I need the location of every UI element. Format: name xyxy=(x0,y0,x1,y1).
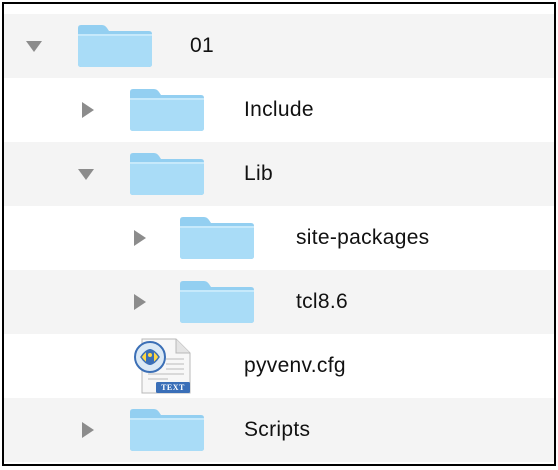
tree-row-label: 01 xyxy=(190,34,214,57)
tree-row-pyvenv-cfg[interactable]: TEXT pyvenv.cfg xyxy=(4,334,554,398)
disclosure-triangle-down-icon[interactable] xyxy=(26,41,42,52)
tree-row-label: pyvenv.cfg xyxy=(244,354,346,377)
tree-row-label: Include xyxy=(244,98,314,121)
python-text-file-icon: TEXT xyxy=(128,337,200,395)
tree-row-include[interactable]: Include xyxy=(4,78,554,142)
tree-row-label: Scripts xyxy=(244,418,311,441)
disclosure-triangle-right-icon[interactable] xyxy=(82,422,94,438)
folder-icon xyxy=(128,408,206,452)
disclosure-triangle-right-icon[interactable] xyxy=(134,230,146,246)
disclosure-triangle-right-icon[interactable] xyxy=(82,102,94,118)
folder-icon xyxy=(128,88,206,132)
tree-row-lib[interactable]: Lib xyxy=(4,142,554,206)
tree-row-scripts[interactable]: Scripts xyxy=(4,398,554,462)
tree-row-tcl86[interactable]: tcl8.6 xyxy=(4,270,554,334)
disclosure-triangle-right-icon[interactable] xyxy=(134,294,146,310)
tree-row-label: tcl8.6 xyxy=(296,290,348,313)
disclosure-triangle-down-icon[interactable] xyxy=(78,169,94,180)
folder-icon xyxy=(178,216,256,260)
folder-icon xyxy=(178,280,256,324)
folder-icon xyxy=(76,24,154,68)
tree-row-site-packages[interactable]: site-packages xyxy=(4,206,554,270)
tree-row-01[interactable]: 01 xyxy=(4,14,554,78)
tree-row-label: Lib xyxy=(244,162,273,185)
file-tree: 01 Include Lib site-packages tcl8.6 TEXT… xyxy=(2,2,556,466)
file-type-badge: TEXT xyxy=(161,383,185,392)
tree-row-label: site-packages xyxy=(296,226,430,249)
folder-icon xyxy=(128,152,206,196)
